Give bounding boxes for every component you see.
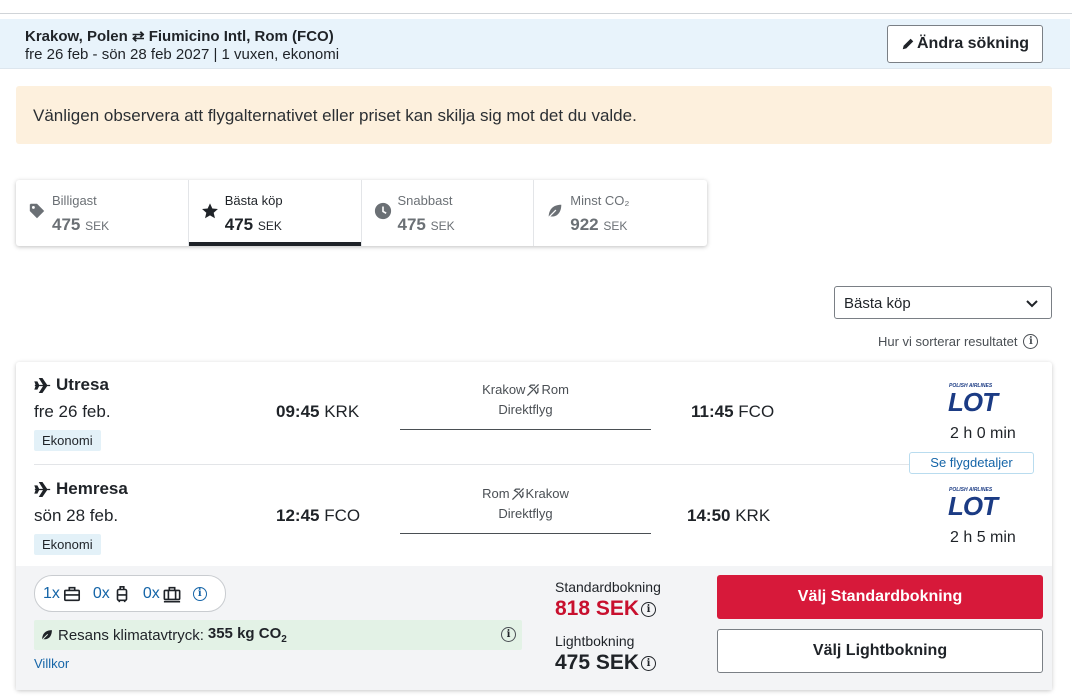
sort-info-label: Hur vi sorterar resultatet — [878, 334, 1018, 349]
info-icon[interactable]: i — [501, 627, 516, 642]
select-light-button[interactable]: Välj Lightbokning — [717, 629, 1043, 673]
sort-selected-value: Bästa köp — [844, 295, 911, 312]
route-line: Rom Krakow Direktflyg — [400, 484, 651, 534]
notice-banner: Vänligen observera att flygalternativet … — [16, 86, 1052, 144]
arrival: 11:45 FCO — [691, 402, 775, 421]
tab-best-buy[interactable]: Bästa köp 475 SEK — [188, 180, 362, 246]
leg-date: fre 26 feb. — [34, 402, 111, 421]
tab-label: Bästa köp — [224, 193, 283, 208]
plane-icon — [34, 377, 51, 393]
plane-icon — [511, 487, 524, 500]
svg-text:LOT: LOT — [948, 491, 1000, 519]
tag-icon — [29, 203, 45, 219]
standard-fare-label: Standardbokning — [555, 579, 661, 595]
climate-label: Resans klimatavtryck: — [58, 626, 204, 644]
sort-dropdown[interactable]: Bästa köp — [834, 286, 1052, 319]
route-line: Krakow Rom Direktflyg — [400, 380, 651, 430]
search-summary-bar: Krakow, Polen ⇄ Fiumicino Intl, Rom (FCO… — [0, 19, 1070, 69]
edit-search-button[interactable]: Ändra sökning — [887, 25, 1043, 63]
briefcase-icon — [63, 586, 80, 601]
stops-label: Direktflyg — [498, 506, 553, 521]
departure: 12:45 FCO — [276, 506, 361, 525]
tab-fastest[interactable]: Snabbast 475 SEK — [362, 180, 535, 246]
booking-footer: 1x 0x 0x i Resans klimatavtryck: 355 kg … — [16, 566, 1052, 690]
tab-price: 475 SEK — [397, 215, 455, 234]
route-cities: Rom Krakow — [482, 486, 569, 501]
info-icon: i — [1023, 334, 1039, 349]
light-fare-price: 475 SEK i — [555, 651, 657, 675]
standard-fare-price: 818 SEK i — [555, 597, 657, 621]
departure: 09:45 KRK — [276, 402, 360, 421]
leaf-icon — [41, 630, 52, 641]
tab-cheapest[interactable]: Billigast 475 SEK — [16, 180, 189, 246]
sort-info-link[interactable]: Hur vi sorterar resultatet i — [878, 334, 1039, 349]
leg-title: Utresa — [34, 375, 109, 395]
inbound-leg: Hemresa sön 28 feb. Ekonomi 12:45 FCO Ro… — [16, 466, 1052, 569]
tab-price: 475 SEK — [52, 215, 110, 234]
pencil-icon — [902, 38, 914, 50]
cabin-badge: Ekonomi — [34, 534, 101, 555]
tab-least-co2[interactable]: Minst CO₂ 922 SEK — [534, 180, 707, 246]
info-icon[interactable]: i — [641, 655, 657, 671]
route-divider — [400, 429, 651, 430]
climate-footprint: Resans klimatavtryck: 355 kg CO2 i — [34, 620, 522, 650]
plane-icon — [34, 481, 51, 497]
duration: 2 h 0 min — [950, 425, 1016, 442]
airline-logo: POLISH AIRLINES LOT — [948, 487, 1001, 519]
duration: 2 h 5 min — [950, 529, 1016, 546]
carry-on-icon — [116, 585, 128, 602]
cabin-bag: 0x — [93, 585, 131, 603]
light-fare-label: Lightbokning — [555, 633, 635, 649]
arrival: 14:50 KRK — [687, 506, 771, 525]
clock-icon — [374, 202, 391, 220]
tab-label: Billigast — [52, 193, 97, 208]
top-divider — [0, 0, 1072, 14]
cabin-badge: Ekonomi — [34, 430, 101, 451]
select-standard-button[interactable]: Välj Standardbokning — [717, 575, 1043, 619]
trip-dates: fre 26 feb - sön 28 feb 2027 | 1 vuxen, … — [25, 46, 340, 63]
airline-logo: POLISH AIRLINES LOT — [948, 383, 1001, 415]
notice-text: Vänligen observera att flygalternativet … — [33, 106, 637, 125]
tab-label: Minst CO₂ — [570, 193, 630, 208]
plane-icon — [527, 383, 540, 396]
tab-price: 922 SEK — [570, 215, 628, 234]
star-icon — [201, 203, 218, 219]
tab-price: 475 SEK — [224, 215, 282, 234]
info-icon[interactable]: i — [192, 586, 207, 601]
info-icon[interactable]: i — [641, 601, 657, 617]
route-cities: Krakow Rom — [482, 382, 569, 397]
checked-bag: 0x — [143, 585, 181, 603]
leg-title: Hemresa — [34, 479, 128, 499]
sort-tabs: Billigast 475 SEK Bästa köp 475 SEK Snab… — [16, 180, 707, 246]
terms-link[interactable]: Villkor — [34, 656, 69, 671]
svg-text:LOT: LOT — [948, 387, 1000, 415]
leg-date: sön 28 feb. — [34, 506, 119, 525]
tab-label: Snabbast — [397, 193, 453, 208]
personal-item: 1x — [43, 585, 81, 603]
leaf-icon — [548, 204, 562, 218]
suitcase-icon — [163, 586, 181, 602]
flight-result-card: Utresa fre 26 feb. Ekonomi 09:45 KRK Kra… — [16, 362, 1052, 690]
leg-divider — [34, 464, 1034, 465]
baggage-summary[interactable]: 1x 0x 0x i — [34, 575, 226, 612]
route-divider — [400, 533, 651, 534]
route-title: Krakow, Polen ⇄ Fiumicino Intl, Rom (FCO… — [25, 28, 334, 45]
chevron-down-icon — [1026, 300, 1038, 308]
edit-search-label: Ändra sökning — [916, 35, 1029, 52]
stops-label: Direktflyg — [498, 402, 553, 417]
climate-value: 355 kg CO2 — [207, 625, 287, 645]
outbound-leg: Utresa fre 26 feb. Ekonomi 09:45 KRK Kra… — [16, 362, 1052, 465]
